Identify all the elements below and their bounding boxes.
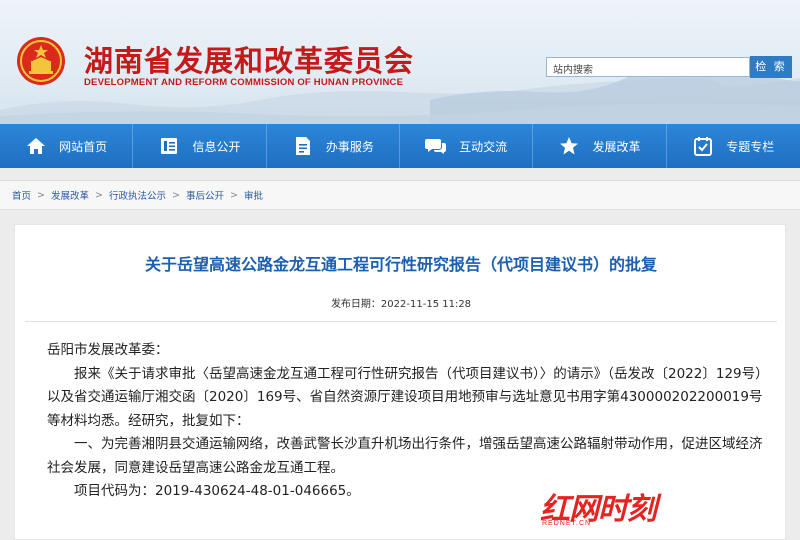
site-header: 湖南省发展和改革委员会 DEVELOPMENT AND REFORM COMMI…: [0, 0, 800, 124]
nav-item-label: 信息公开: [192, 139, 241, 154]
nav-item-info[interactable]: 信息公开: [133, 124, 267, 168]
breadcrumb-item[interactable]: 事后公开: [186, 188, 224, 202]
nav-item-label: 互动交流: [459, 139, 508, 154]
nav-item-interact[interactable]: 互动交流: [400, 124, 534, 168]
breadcrumb-separator: >: [171, 189, 180, 201]
main-nav: 网站首页 信息公开 办事服务 互动交流 发展改革 专题专栏: [0, 124, 800, 168]
search-button[interactable]: 检 索: [750, 56, 792, 78]
chat-icon: [425, 135, 447, 157]
star-icon: [558, 135, 580, 157]
breadcrumb: 首页 > 发展改革 > 行政执法公示 > 事后公开 > 审批: [0, 180, 800, 210]
nav-item-label: 网站首页: [59, 139, 108, 154]
nav-item-special[interactable]: 专题专栏: [667, 124, 800, 168]
breadcrumb-separator: >: [37, 189, 45, 201]
watermark-subtext: REDNET.CN: [542, 520, 592, 527]
paragraph: 一、为完善湘阴县交通运输网络，改善武警长沙直升机场出行条件，增强岳望高速公路辐射…: [47, 436, 763, 476]
breadcrumb-item[interactable]: 行政执法公示: [109, 188, 166, 202]
breadcrumb-separator: >: [229, 189, 238, 201]
watermark-logo: 红网时刻 REDNET.CN: [540, 484, 670, 528]
nav-item-home[interactable]: 网站首页: [0, 124, 134, 168]
article-body: 岳阳市发展改革委： 报来《关于请求审批〈岳望高速金龙互通工程可行性研究报告（代项…: [47, 339, 769, 504]
nav-item-reform[interactable]: 发展改革: [533, 124, 667, 168]
nav-item-label: 发展改革: [592, 139, 641, 154]
checklist-icon: [692, 135, 714, 157]
home-icon: [25, 135, 47, 157]
breadcrumb-separator: >: [95, 189, 103, 201]
site-subtitle: DEVELOPMENT AND REFORM COMMISSION OF HUN…: [84, 77, 404, 88]
breadcrumb-item[interactable]: 审批: [244, 188, 263, 202]
nav-item-label: 专题专栏: [726, 139, 775, 154]
publish-date: 发布日期：2022-11-15 11:28: [330, 299, 472, 310]
nav-item-label: 办事服务: [325, 139, 374, 154]
article: 关于岳望高速公路金龙互通工程可行性研究报告（代项目建议书）的批复 发布日期：20…: [14, 224, 786, 540]
paragraph: 报来《关于请求审批〈岳望高速金龙互通工程可行性研究报告（代项目建议书）〉的请示》…: [47, 365, 769, 429]
national-emblem-icon: [17, 37, 65, 85]
salutation: 岳阳市发展改革委：: [47, 342, 169, 358]
file-icon: [292, 135, 314, 157]
divider: [25, 321, 777, 322]
breadcrumb-item[interactable]: 首页: [12, 188, 31, 202]
site-title: 湖南省发展和改革委员会: [84, 44, 415, 78]
article-title: 关于岳望高速公路金龙互通工程可行性研究报告（代项目建议书）的批复: [144, 255, 657, 274]
document-icon: [158, 135, 180, 157]
breadcrumb-item[interactable]: 发展改革: [51, 188, 89, 202]
search-input[interactable]: 站内搜索: [546, 57, 750, 77]
nav-item-services[interactable]: 办事服务: [267, 124, 400, 168]
